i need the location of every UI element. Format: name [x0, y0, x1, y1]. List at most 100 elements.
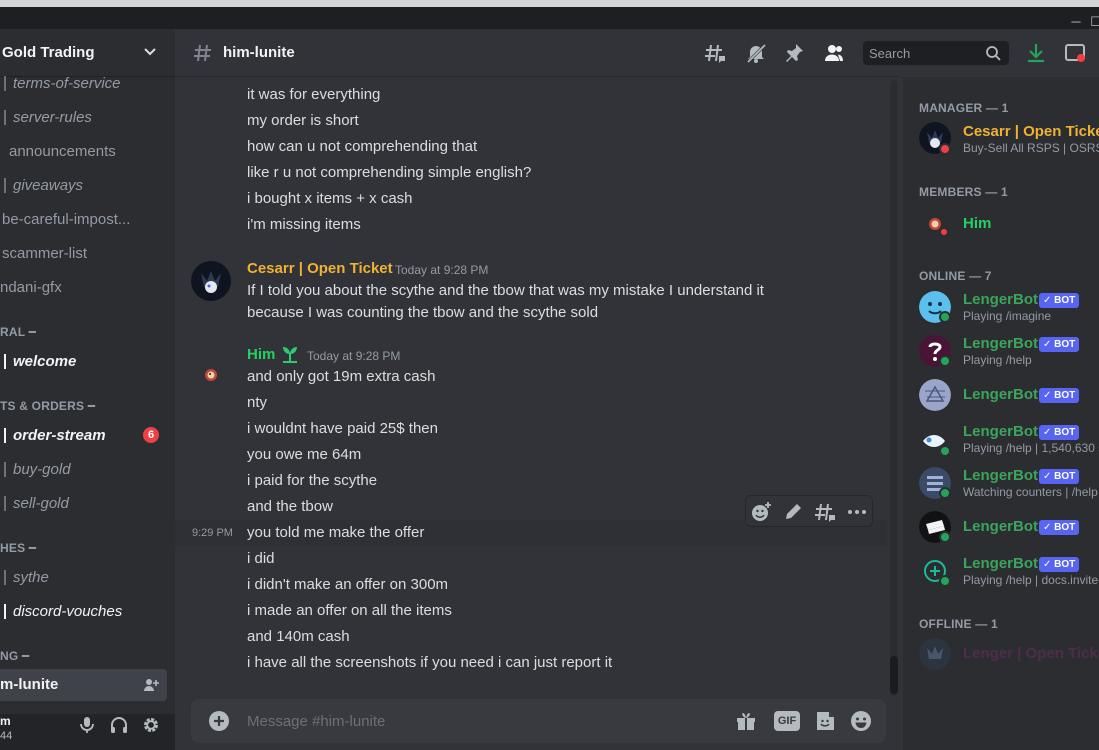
emoji-icon[interactable] — [849, 709, 873, 733]
message-composer: GIF — [191, 699, 886, 743]
member-section-header: MANAGER — 1 — [919, 101, 1009, 115]
message-author[interactable]: Cesarr | Open Ticket — [247, 260, 393, 277]
message-line: i have all the screenshots if you need i… — [247, 654, 613, 671]
member-status-text: Watching counters | /help — [963, 485, 1098, 499]
bot-badge: ✓ BOT — [1039, 388, 1080, 403]
channel-sythe[interactable]: sythe — [0, 562, 170, 592]
category-ticketing[interactable]: NG ━ — [0, 649, 29, 663]
message-line: you told me make the offer — [247, 524, 425, 541]
mute-notifications-icon[interactable] — [745, 42, 767, 64]
search-input[interactable] — [869, 45, 979, 61]
channel-label: order-stream — [13, 426, 106, 444]
category-vouches[interactable]: HES ━ — [0, 541, 36, 555]
user-name: m — [0, 714, 11, 728]
channel-label: be-careful-impost... — [2, 210, 131, 228]
category-general[interactable]: RAL ━ — [0, 325, 36, 339]
channel-bar-icon — [4, 177, 6, 193]
server-name: Gold Trading — [2, 44, 95, 61]
sticker-icon[interactable] — [813, 709, 837, 733]
avatar[interactable] — [201, 365, 221, 385]
member-status-text: Playing /help | docs.invite- — [963, 573, 1099, 587]
channel-be-careful-impostors[interactable]: be-careful-impost... — [0, 204, 170, 234]
online-status-icon — [939, 575, 951, 587]
message-actions-toolbar — [745, 495, 873, 527]
add-member-icon[interactable] — [143, 677, 159, 693]
channel-announcements[interactable]: announcements — [0, 136, 170, 166]
bot-avatar-sketch — [919, 379, 951, 411]
edit-pencil-icon[interactable] — [782, 501, 804, 523]
dnd-status-icon — [939, 143, 951, 155]
member-list-icon[interactable] — [823, 42, 845, 64]
message-line: how can u not comprehending that — [247, 138, 478, 155]
message-line: i bought x items + x cash — [247, 190, 413, 207]
message-line: and the tbow — [247, 498, 333, 515]
member-name: LengerBot — [963, 291, 1038, 308]
avatar[interactable] — [191, 261, 231, 301]
chat-scrollbar-thumb[interactable] — [890, 656, 898, 694]
message-input[interactable] — [247, 711, 697, 731]
member-section-header: ONLINE — 7 — [919, 269, 992, 283]
channel-label: welcome — [13, 352, 77, 370]
channel-welcome[interactable]: welcome — [0, 346, 170, 376]
add-attachment-icon[interactable] — [207, 709, 231, 733]
more-options-icon[interactable] — [846, 501, 868, 523]
threads-icon[interactable] — [704, 42, 726, 64]
channel-buy-gold[interactable]: buy-gold — [0, 454, 170, 484]
message-line: my order is short — [247, 112, 359, 129]
channel-label: buy-gold — [13, 460, 71, 478]
online-status-icon — [939, 531, 951, 543]
channel-sell-gold[interactable]: sell-gold — [0, 488, 170, 518]
add-reaction-icon[interactable] — [750, 501, 772, 523]
channel-him-lunite-active[interactable]: m-lunite — [0, 669, 167, 701]
online-status-icon — [939, 445, 951, 457]
create-thread-icon[interactable] — [814, 501, 836, 523]
member-status-text: Buy-Sell All RSPS | OSRS | — [963, 141, 1099, 155]
headphones-icon[interactable] — [109, 715, 129, 735]
inbox-icon[interactable] — [1064, 42, 1086, 64]
category-orders[interactable]: TS & ORDERS ━ — [0, 399, 95, 413]
channel-discord-vouches[interactable]: discord-vouches — [0, 596, 170, 626]
maximize-button[interactable]: ☐ — [1086, 15, 1099, 29]
search-box[interactable] — [863, 41, 1009, 65]
download-icon[interactable] — [1025, 42, 1047, 64]
avatar-image — [205, 369, 217, 381]
gift-icon[interactable] — [734, 709, 758, 733]
avatar-image — [191, 261, 231, 301]
bot-badge: ✓ BOT — [1039, 469, 1080, 484]
chat-header: him-lunite — [175, 29, 1085, 77]
channel-label: terms-of-service — [13, 74, 121, 92]
chat-scrollbar-track[interactable] — [890, 80, 898, 696]
member-name: LengerBot — [963, 386, 1038, 403]
member-name: LengerBot — [963, 335, 1038, 352]
user-panel: m 44 — [0, 714, 175, 750]
text-channel-hash-icon — [194, 44, 211, 62]
message-line: you owe me 64m — [247, 446, 362, 463]
message-author[interactable]: Him — [247, 346, 275, 363]
channel-label: server-rules — [13, 108, 92, 126]
channel-title: him-lunite — [223, 44, 295, 61]
channel-bar-icon — [4, 353, 6, 369]
member-section-header: OFFLINE — 1 — [919, 617, 998, 631]
pin-icon[interactable] — [783, 42, 805, 64]
minimize-button[interactable]: ─ — [1066, 15, 1086, 29]
member-name: Cesarr | Open Ticket — [963, 123, 1099, 140]
channel-terms-of-service[interactable]: terms-of-service — [0, 68, 170, 98]
member-name: LengerBot — [963, 467, 1038, 484]
settings-gear-icon[interactable] — [141, 715, 161, 735]
channel-giveaways[interactable]: giveaways — [0, 170, 170, 200]
channel-scammer-list[interactable]: scammer-list — [0, 238, 170, 268]
channel-server-rules[interactable]: server-rules — [0, 102, 170, 132]
message-line: i'm missing items — [247, 216, 361, 233]
message-list: it was for everything my order is short … — [175, 77, 887, 697]
member-name: Him — [963, 215, 992, 232]
online-status-icon — [939, 487, 951, 499]
channel-bar-icon — [4, 495, 6, 511]
channel-bar-icon — [4, 461, 6, 477]
search-icon — [986, 46, 1001, 61]
channel-bar-icon — [4, 109, 6, 125]
member-section-header: MEMBERS — 1 — [919, 185, 1008, 199]
member-name: LengerBot — [963, 423, 1038, 440]
gif-button[interactable]: GIF — [774, 711, 800, 731]
channel-ndani-gfx[interactable]: ndani-gfx — [0, 272, 170, 302]
microphone-icon[interactable] — [77, 715, 97, 735]
